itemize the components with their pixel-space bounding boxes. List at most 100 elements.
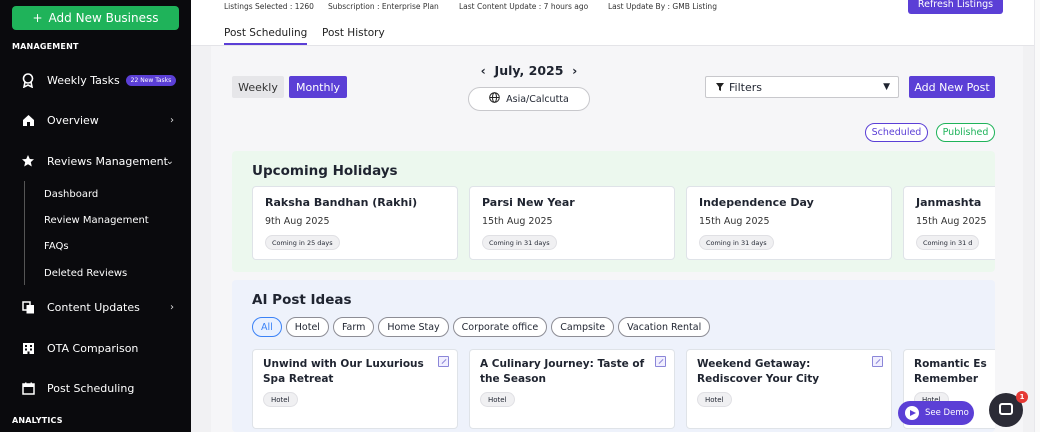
holidays-title: Upcoming Holidays xyxy=(252,163,398,179)
idea-card[interactable]: Unwind with Our Luxurious Spa Retreat Ho… xyxy=(252,349,458,429)
sidebar-item-weekly-tasks[interactable]: Weekly Tasks 22 New Tasks xyxy=(20,69,180,91)
sidebar-item-label: OTA Comparison xyxy=(47,341,139,355)
calendar-icon xyxy=(20,380,36,396)
holiday-date: 15th Aug 2025 xyxy=(482,216,553,227)
tab-post-scheduling[interactable]: Post Scheduling xyxy=(224,27,308,45)
star-icon xyxy=(20,153,36,169)
holiday-name: Independence Day xyxy=(699,196,814,209)
sidebar-subitem-faqs[interactable]: FAQs xyxy=(44,241,69,252)
sidebar-item-label: Overview xyxy=(47,113,99,127)
sidebar-item-overview[interactable]: Overview › xyxy=(20,109,180,131)
coming-in-badge: Coming in 25 days xyxy=(265,235,340,250)
holiday-date: 15th Aug 2025 xyxy=(699,216,770,227)
category-chip-all[interactable]: All xyxy=(252,317,282,337)
holiday-date: 15th Aug 2025 xyxy=(916,216,987,227)
section-analytics: ANALYTICS xyxy=(12,416,63,425)
section-management: MANAGEMENT xyxy=(12,42,79,51)
new-tasks-badge: 22 New Tasks xyxy=(125,74,177,86)
caret-down-icon: ▼ xyxy=(883,82,890,92)
current-month: July, 2025 xyxy=(494,63,564,78)
edit-icon[interactable] xyxy=(438,356,449,367)
sidebar-item-post-scheduling[interactable]: Post Scheduling xyxy=(20,377,180,399)
idea-tag: Hotel xyxy=(697,392,732,407)
category-filters: All Hotel Farm Home Stay Corporate offic… xyxy=(252,317,711,337)
scheduled-chip[interactable]: Scheduled xyxy=(865,123,928,142)
play-icon xyxy=(905,406,919,420)
see-demo-button[interactable]: See Demo xyxy=(898,401,974,425)
category-chip-vacation-rental[interactable]: Vacation Rental xyxy=(618,317,711,337)
award-icon xyxy=(20,72,36,88)
holiday-name: Raksha Bandhan (Rakhi) xyxy=(265,196,418,209)
idea-tag: Hotel xyxy=(263,392,298,407)
chevron-right-icon: › xyxy=(170,114,174,126)
sidebar-item-label: Content Updates xyxy=(47,300,140,314)
published-chip[interactable]: Published xyxy=(936,123,995,142)
globe-icon xyxy=(489,92,500,106)
holiday-card[interactable]: Independence Day 15th Aug 2025 Coming in… xyxy=(686,186,892,260)
chat-icon xyxy=(999,403,1013,415)
last-update-by: Last Update By : GMB Listing xyxy=(608,2,717,11)
next-month-button[interactable]: › xyxy=(572,63,577,78)
category-chip-campsite[interactable]: Campsite xyxy=(551,317,615,337)
timezone-button[interactable]: Asia/Calcutta xyxy=(468,87,590,111)
listings-selected: Listings Selected : 1260 xyxy=(224,2,314,11)
filters-label: Filters xyxy=(729,80,762,94)
add-new-business-label: Add New Business xyxy=(48,11,159,25)
category-chip-corporate-office[interactable]: Corporate office xyxy=(452,317,548,337)
coming-in-badge: Coming in 31 days xyxy=(482,235,557,250)
edit-icon[interactable] xyxy=(872,356,883,367)
add-new-post-button[interactable]: Add New Post xyxy=(909,76,995,98)
chevron-down-icon: ⌄ xyxy=(165,155,174,167)
category-chip-home-stay[interactable]: Home Stay xyxy=(378,317,449,337)
holiday-date: 9th Aug 2025 xyxy=(265,216,330,227)
idea-title: A Culinary Journey: Taste of the Season xyxy=(480,358,645,385)
idea-card[interactable]: Weekend Getaway: Rediscover Your City Ho… xyxy=(686,349,892,429)
coming-in-badge: Coming in 31 d xyxy=(916,235,980,250)
page-scrollbar[interactable] xyxy=(1034,0,1040,432)
month-navigator: ‹ July, 2025 › xyxy=(479,63,579,78)
copy-icon xyxy=(20,299,36,315)
holiday-card[interactable]: Janmashta 15th Aug 2025 Coming in 31 d xyxy=(903,186,995,260)
edit-icon[interactable] xyxy=(655,356,666,367)
idea-card[interactable]: A Culinary Journey: Taste of the Season … xyxy=(469,349,675,429)
holiday-card[interactable]: Parsi New Year 15th Aug 2025 Coming in 3… xyxy=(469,186,675,260)
holiday-name: Janmashta xyxy=(916,196,982,209)
sidebar-item-ota-comparison[interactable]: OTA Comparison xyxy=(20,337,180,359)
see-demo-label: See Demo xyxy=(925,408,969,418)
refresh-listings-button[interactable]: Refresh Listings xyxy=(908,0,1003,14)
timezone-label: Asia/Calcutta xyxy=(506,93,569,105)
add-new-business-button[interactable]: + Add New Business xyxy=(12,6,179,30)
ai-ideas-title: AI Post Ideas xyxy=(252,292,352,308)
top-bar: Listings Selected : 1260 Subscription : … xyxy=(191,0,1040,46)
main-area: Listings Selected : 1260 Subscription : … xyxy=(191,0,1040,432)
last-content-update: Last Content Update : 7 hours ago xyxy=(459,2,589,11)
sidebar-item-content-updates[interactable]: Content Updates › xyxy=(20,296,180,318)
holiday-card[interactable]: Raksha Bandhan (Rakhi) 9th Aug 2025 Comi… xyxy=(252,186,458,260)
coming-in-badge: Coming in 31 days xyxy=(699,235,774,250)
chat-widget-button[interactable]: 1 xyxy=(989,391,1028,427)
subscription: Subscription : Enterprise Plan xyxy=(328,2,439,11)
sidebar-item-reviews-management[interactable]: Reviews Management ⌄ xyxy=(20,150,180,172)
upcoming-holidays-panel: Upcoming Holidays Raksha Bandhan (Rakhi)… xyxy=(232,151,995,272)
sidebar: + Add New Business MANAGEMENT Weekly Tas… xyxy=(0,0,191,432)
chat-unread-badge: 1 xyxy=(1016,391,1028,403)
category-chip-farm[interactable]: Farm xyxy=(332,317,375,337)
tab-post-history[interactable]: Post History xyxy=(322,27,385,39)
idea-title: Weekend Getaway: Rediscover Your City xyxy=(697,358,820,385)
home-icon xyxy=(20,112,36,128)
sidebar-subitem-review-management[interactable]: Review Management xyxy=(44,215,149,226)
prev-month-button[interactable]: ‹ xyxy=(481,63,486,78)
chevron-right-icon: › xyxy=(170,301,174,313)
category-chip-hotel[interactable]: Hotel xyxy=(285,317,329,337)
idea-title: Unwind with Our Luxurious Spa Retreat xyxy=(263,358,424,385)
filter-icon xyxy=(716,81,724,94)
monthly-toggle[interactable]: Monthly xyxy=(289,76,347,98)
sidebar-item-label: Weekly Tasks xyxy=(47,73,120,87)
building-icon xyxy=(20,340,36,356)
weekly-toggle[interactable]: Weekly xyxy=(232,76,284,98)
filters-dropdown[interactable]: Filters ▼ xyxy=(705,76,899,98)
sidebar-subitem-deleted-reviews[interactable]: Deleted Reviews xyxy=(44,268,127,279)
sidebar-item-label: Reviews Management xyxy=(47,154,168,168)
sidebar-subitem-dashboard[interactable]: Dashboard xyxy=(44,189,98,200)
idea-tag: Hotel xyxy=(480,392,515,407)
